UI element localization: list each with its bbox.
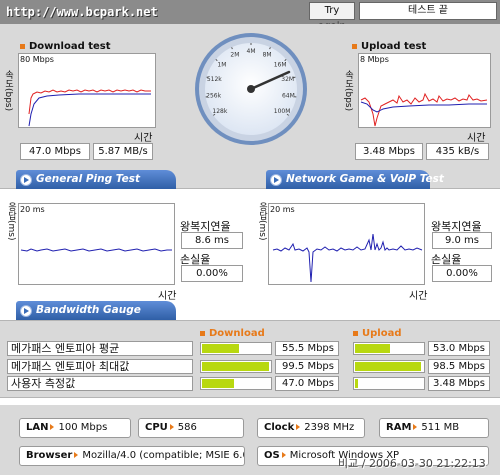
cpu-info: CPU 586: [138, 418, 244, 438]
download-bar: [200, 377, 272, 390]
upload-row-value: 98.5 Mbps: [428, 359, 490, 374]
gauge-tick-label: 4M: [247, 48, 256, 55]
bandwidth-row-label: 사용자 측정값: [7, 376, 193, 391]
clock-info: Clock 2398 MHz: [257, 418, 365, 438]
download-bar-fill: [202, 379, 234, 388]
download-x-axis: 시간: [134, 133, 153, 144]
gauge-tick-label: 256k: [206, 93, 221, 100]
gauge-tick-label: 100M: [274, 108, 291, 115]
download-row-value: 99.5 Mbps: [275, 359, 339, 374]
ping-loss-value: 0.00%: [181, 265, 243, 282]
bandwidth-row-label: 메가패스 엔토피아 평균: [7, 341, 193, 356]
game-plot: 20 ms: [268, 203, 425, 285]
upload-series: [360, 92, 488, 127]
ping-y-axis: 응답(ms): [6, 202, 16, 241]
download-bar: [200, 360, 272, 373]
tab-network-game-voip-test[interactable]: Network Game & VoIP Test: [266, 170, 444, 189]
bandwidth-download-header: Download: [200, 328, 265, 339]
gauge-tick-label: 2M: [230, 52, 239, 59]
speed-gauge: 128k 256k 512k 1M 2M 4M 8M16M 32M 64M 100M: [195, 33, 307, 145]
bullet-icon: [20, 43, 25, 49]
game-x-axis: 시간: [409, 291, 428, 302]
arrow-icon: [50, 424, 55, 430]
tab-bandwidth-gauge[interactable]: Bandwidth Gauge: [16, 301, 176, 320]
download-bar-fill: [202, 362, 269, 371]
upload-row-value: 53.0 Mbps: [428, 341, 490, 356]
upload-bar: [353, 377, 425, 390]
download-plot: 80 Mbps: [18, 53, 156, 128]
game-series: [272, 233, 423, 283]
download-series: [28, 89, 151, 127]
gauge-tick-label: 512k: [207, 76, 222, 83]
gauge-tick-mark: [206, 76, 209, 79]
bullet-icon: [352, 43, 357, 49]
ping-x-axis: 시간: [158, 291, 177, 302]
download-row-value: 55.5 Mbps: [275, 341, 339, 356]
gauge-tick-mark: [293, 76, 296, 79]
ping-series: [20, 248, 172, 252]
bullet-icon: [353, 330, 358, 336]
download-bar-fill: [202, 344, 239, 353]
upload-y-axis: 속도(bps): [343, 70, 353, 112]
arrow-icon: [74, 452, 79, 458]
try-again-button[interactable]: Try again: [309, 2, 355, 32]
arrow-icon: [296, 424, 301, 430]
download-row-value: 47.0 Mbps: [275, 376, 339, 391]
upload-bar: [353, 342, 425, 355]
tab-general-ping-test[interactable]: General Ping Test: [16, 170, 176, 189]
site-url[interactable]: http://www.bcpark.net: [6, 5, 158, 19]
test-status: 테스트 끝: [359, 2, 497, 20]
game-latency-value: 9.0 ms: [432, 232, 492, 249]
arrow-icon: [270, 174, 282, 186]
game-loss-value: 0.00%: [432, 265, 492, 282]
upload-bar: [353, 360, 425, 373]
arrow-icon: [20, 174, 32, 186]
gauge-tick-label: 1M: [217, 62, 226, 69]
download-y-axis: 속도(bps): [3, 70, 13, 112]
upload-title: Upload test: [352, 41, 426, 52]
upload-bar-fill: [355, 362, 421, 371]
ram-info: RAM 511 MB: [379, 418, 489, 438]
bullet-icon: [200, 330, 205, 336]
gauge-tick-label: 64M: [282, 93, 295, 100]
bandwidth-row-label: 메가패스 엔토피아 최대값: [7, 359, 193, 374]
upload-bar-fill: [355, 379, 358, 388]
bandwidth-upload-header: Upload: [353, 328, 401, 339]
upload-mbps: 3.48 Mbps: [355, 143, 423, 160]
gauge-tick-label: 128k: [212, 108, 227, 115]
browser-info: Browser Mozilla/4.0 (compatible; MSIE 6.0: [19, 446, 245, 466]
download-mbps: 47.0 Mbps: [20, 143, 90, 160]
gauge-tick-label: 16M: [274, 62, 287, 69]
download-bar: [200, 342, 272, 355]
upload-kbs: 435 kB/s: [426, 143, 489, 160]
upload-plot: 8 Mbps: [358, 53, 491, 128]
arrow-icon: [413, 424, 418, 430]
gauge-tick-label: 32M: [281, 76, 294, 83]
arrow-icon: [281, 452, 286, 458]
ping-latency-value: 8.6 ms: [181, 232, 243, 249]
download-title: Download test: [20, 41, 111, 52]
upload-bar-fill: [355, 344, 390, 353]
arrow-icon: [169, 424, 174, 430]
upload-row-value: 3.48 Mbps: [428, 376, 490, 391]
footer-timestamp: 비교 / 2006-03-30 21:22:13: [338, 457, 486, 470]
arrow-icon: [20, 305, 32, 317]
upload-x-axis: 시간: [467, 133, 486, 144]
download-mbs: 5.87 MB/s: [93, 143, 153, 160]
gauge-tick-label: 8M: [263, 52, 272, 59]
ping-plot: 20 ms: [18, 203, 175, 285]
lan-info: LAN 100 Mbps: [19, 418, 131, 438]
